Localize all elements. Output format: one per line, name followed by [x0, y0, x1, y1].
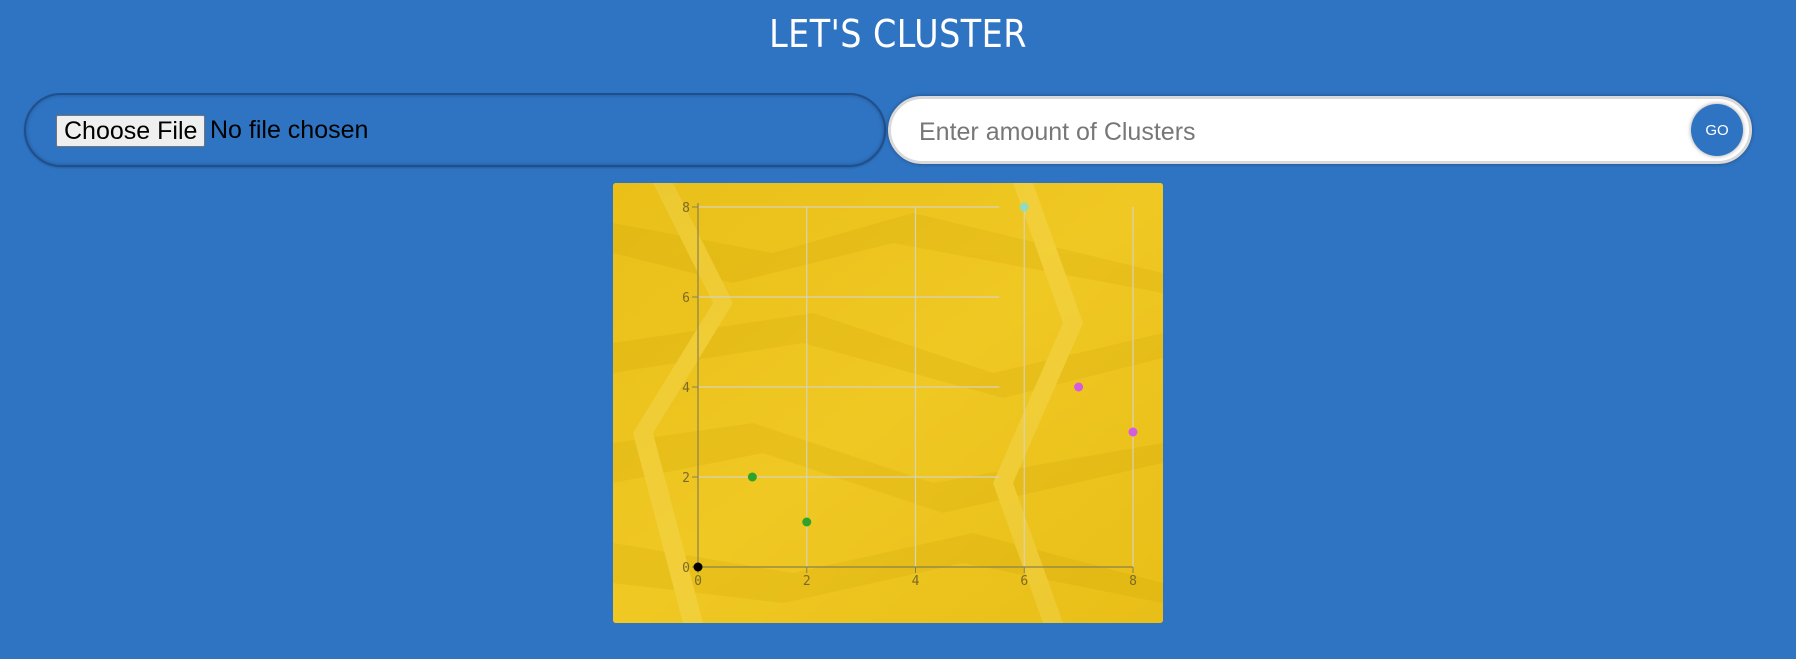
data-point — [802, 517, 812, 527]
y-tick-label: 0 — [682, 561, 690, 576]
x-tick-label: 0 — [694, 574, 702, 589]
file-status-text: No file chosen — [210, 116, 369, 144]
cluster-count-input[interactable] — [917, 111, 1661, 153]
scatter-plot: 0 2 4 6 8 0 2 4 6 8 — [613, 183, 1163, 623]
cluster-chart: 0 2 4 6 8 0 2 4 6 8 — [613, 183, 1163, 623]
x-tick-label: 6 — [1020, 574, 1028, 589]
y-tick-label: 2 — [682, 471, 690, 486]
data-point — [693, 562, 703, 572]
y-tick-label: 8 — [682, 201, 690, 216]
x-tick-label: 8 — [1129, 574, 1137, 589]
data-point — [1128, 427, 1138, 437]
data-point — [1019, 202, 1029, 212]
page-title: LET'S CLUSTER — [769, 12, 1027, 56]
file-input-container[interactable]: Choose File No file chosen — [24, 93, 886, 167]
cluster-input-container: GO — [888, 96, 1752, 164]
go-button[interactable]: GO — [1691, 104, 1743, 156]
x-tick-label: 4 — [912, 574, 920, 589]
data-point — [747, 472, 757, 482]
y-tick-label: 6 — [682, 291, 690, 306]
y-tick-label: 4 — [682, 381, 690, 396]
choose-file-button[interactable]: Choose File — [56, 115, 206, 147]
x-tick-label: 2 — [803, 574, 811, 589]
data-point — [1074, 382, 1084, 392]
